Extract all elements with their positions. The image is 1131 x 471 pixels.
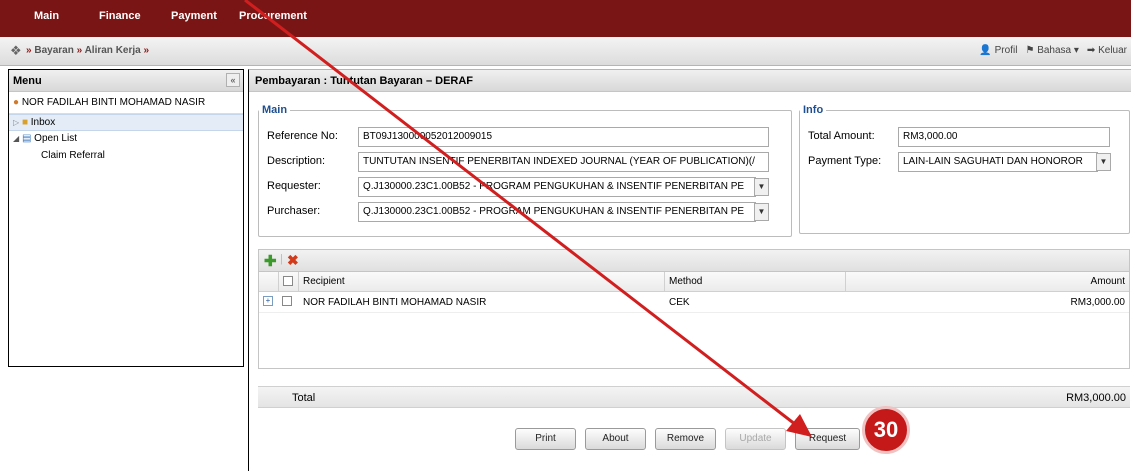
nav-main[interactable]: Main [34,10,59,22]
user-icon: ● [13,97,20,108]
select-all-column [279,272,299,291]
payment-type-dropdown-icon[interactable]: ▼ [1096,153,1111,171]
breadcrumb-bar: ❖ » Bayaran » Aliran Kerja » 👤 Profil ⚑ … [0,37,1131,66]
request-button[interactable]: Request [795,428,860,450]
row-checkbox-wrap [282,296,292,307]
info-fieldset-legend: Info [803,104,824,116]
requester-dropdown-icon[interactable]: ▼ [754,178,769,196]
update-button[interactable]: Update [725,428,786,450]
remove-button[interactable]: Remove [655,428,716,450]
expand-icon[interactable]: ▷ [13,118,19,127]
description-label: Description: [267,155,326,167]
language-menu[interactable]: ⚑ Bahasa ▾ [1025,45,1078,56]
delete-icon[interactable]: ✖ [287,252,299,269]
sidebar-item-label: Open List [34,133,77,144]
requester-select[interactable]: Q.J130000.23C1.00B52 - PROGRAM PENGUKUHA… [358,177,756,197]
logout-link[interactable]: ➡ Keluar [1087,45,1127,56]
select-all-checkbox[interactable] [283,276,293,287]
expand-row-icon[interactable]: + [263,296,273,306]
nav-finance[interactable]: Finance [99,10,141,22]
add-icon[interactable]: ✚ [264,252,277,270]
nav-payment[interactable]: Payment [171,10,217,22]
step-number-badge: 30 [862,406,910,454]
page-title: Pembayaran : Tuntutan Bayaran – DERAF [249,70,1131,92]
toolbar-divider: | [280,253,283,265]
total-bar: Total RM3,000.00 [258,386,1130,408]
user-icon: 👤 [979,45,992,56]
row-checkbox[interactable] [282,296,292,307]
reference-label: Reference No: [267,130,338,142]
top-links: 👤 Profil ⚑ Bahasa ▾ ➡ Keluar [979,45,1127,56]
sidebar-user-name: NOR FADILAH BINTI MOHAMAD NASIR [21,97,206,108]
flag-icon: ⚑ [1025,45,1035,56]
breadcrumb-separator: » [76,45,83,56]
sidebar-item-inbox[interactable]: ▷ ■ Inbox [9,114,243,131]
sidebar-item-open-list[interactable]: ◢ ▤ Open List [9,131,243,148]
table-row[interactable]: + NOR FADILAH BINTI MOHAMAD NASIR CEK RM… [259,292,1129,313]
profile-label: Profil [994,45,1018,56]
column-header-amount[interactable]: Amount [846,272,1129,291]
cell-method: CEK [669,297,690,308]
sidebar-item-claim-referral[interactable]: Claim Referral [9,148,243,165]
list-icon: ▤ [21,133,32,144]
sidebar-title: Menu [13,75,42,87]
about-button[interactable]: About [585,428,646,450]
logout-label: Keluar [1098,45,1127,56]
main-fieldset-legend: Main [262,104,288,116]
breadcrumb-item-bayaran[interactable]: Bayaran [34,45,73,56]
total-value: RM3,000.00 [1066,392,1126,404]
language-label: Bahasa [1037,45,1072,56]
column-header-method[interactable]: Method [665,272,846,291]
purchaser-select[interactable]: Q.J130000.23C1.00B52 - PROGRAM PENGUKUHA… [358,202,756,222]
top-nav-bar: Main Finance Payment Procurement [0,0,1131,37]
sidebar-item-label: Claim Referral [41,150,105,161]
expander-column-header [259,272,279,291]
main-panel: Pembayaran : Tuntutan Bayaran – DERAF Ma… [248,69,1131,471]
total-label: Total [292,392,316,404]
total-amount-input[interactable]: RM3,000.00 [898,127,1110,147]
sidebar: Menu « ● NOR FADILAH BINTI MOHAMAD NASIR… [8,69,244,367]
breadcrumb-item-aliran-kerja[interactable]: Aliran Kerja [85,45,141,56]
reference-input[interactable]: BT09J130000052012009015 [358,127,769,147]
sidebar-header: Menu « [9,70,243,92]
purchaser-dropdown-icon[interactable]: ▼ [754,203,769,221]
inbox-icon: ■ [21,117,28,128]
cell-recipient: NOR FADILAH BINTI MOHAMAD NASIR [303,297,487,308]
total-amount-label: Total Amount: [808,130,875,142]
collapse-icon[interactable]: ◢ [13,134,19,143]
collapse-sidebar-button[interactable]: « [226,73,240,87]
profile-link[interactable]: 👤 Profil [979,45,1017,56]
exit-arrow-icon: ➡ [1086,45,1096,56]
breadcrumb: » Bayaran » Aliran Kerja » [26,45,149,56]
purchaser-label: Purchaser: [267,205,321,217]
home-icon[interactable]: ❖ [10,43,22,59]
breadcrumb-separator: » [26,45,32,56]
cell-amount: RM3,000.00 [1070,297,1125,308]
grid-header: Recipient Method Amount [259,272,1129,292]
chevron-down-icon: ▾ [1073,45,1079,56]
nav-procurement[interactable]: Procurement [239,10,307,22]
requester-label: Requester: [267,180,321,192]
column-header-recipient[interactable]: Recipient [299,272,665,291]
payment-type-select[interactable]: LAIN-LAIN SAGUHATI DAN HONOROR [898,152,1098,172]
description-input[interactable]: TUNTUTAN INSENTIF PENERBITAN INDEXED JOU… [358,152,769,172]
sidebar-user: ● NOR FADILAH BINTI MOHAMAD NASIR [9,92,243,114]
payment-type-label: Payment Type: [808,155,882,167]
recipient-grid: ✚ | ✖ Recipient Method Amount + NOR FADI… [258,249,1130,369]
breadcrumb-separator: » [143,45,150,56]
sidebar-item-label: Inbox [30,117,56,128]
print-button[interactable]: Print [515,428,576,450]
grid-toolbar: ✚ | ✖ [259,250,1129,272]
